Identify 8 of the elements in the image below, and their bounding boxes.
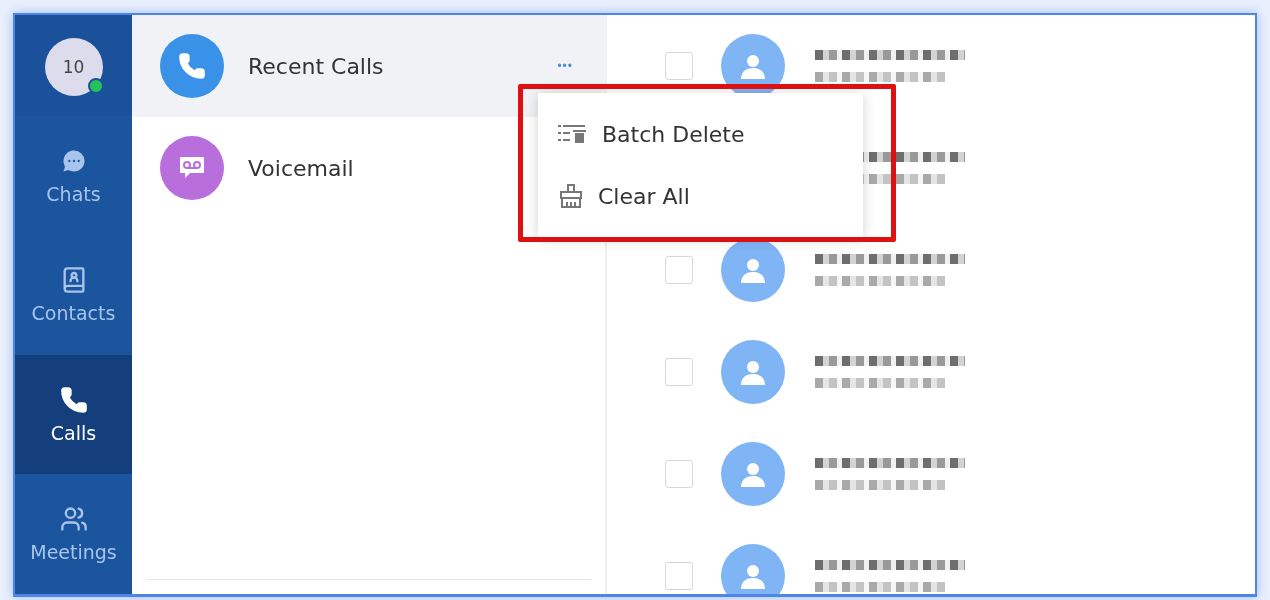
list-item-label: Recent Calls (248, 53, 385, 79)
nav-label: Chats (46, 182, 101, 205)
list-item-label: Voicemail (248, 155, 355, 181)
nav-label: Calls (50, 421, 97, 444)
menu-item-label: Batch Delete (602, 121, 745, 147)
avatar-number: 10 (62, 57, 85, 77)
nav-label: Meetings (30, 541, 117, 564)
nav-label: Contacts (31, 302, 116, 325)
